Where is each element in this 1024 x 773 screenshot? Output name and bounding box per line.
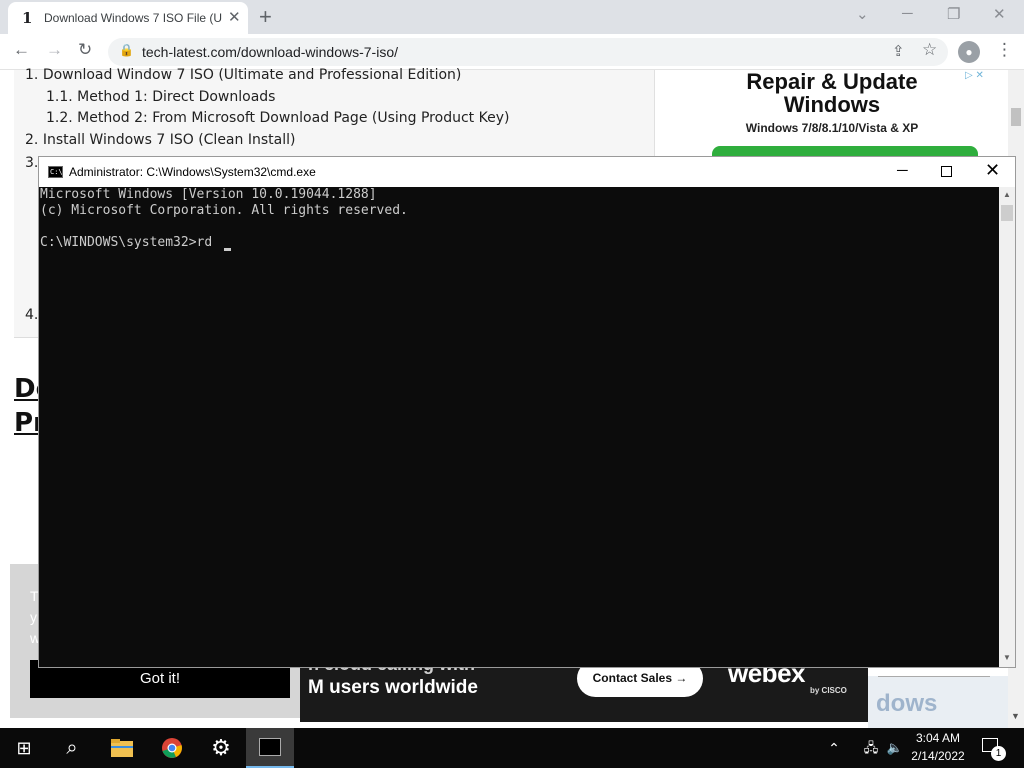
start-windows-icon[interactable]: ⊞: [0, 728, 48, 768]
network-icon[interactable]: 🖧: [860, 728, 882, 768]
tab-close-icon[interactable]: ✕: [228, 8, 241, 26]
bottom-right-ad[interactable]: dows: [868, 676, 1008, 728]
ad-title-line2: Windows: [783, 92, 881, 117]
address-bar[interactable]: 🔒 tech-latest.com/download-windows-7-iso…: [108, 38, 948, 66]
address-url[interactable]: tech-latest.com/download-windows-7-iso/: [142, 44, 398, 60]
cmd-close-button[interactable]: ✕: [985, 160, 1000, 181]
console-cursor: [224, 248, 231, 251]
volume-icon[interactable]: 🔈: [884, 728, 906, 768]
scroll-down-icon[interactable]: ▼: [1011, 711, 1020, 721]
repair-windows-ad[interactable]: Repair & Update Windows Windows 7/8/8.1/…: [654, 69, 1008, 160]
webex-ad-line2: M users worldwide: [308, 677, 478, 698]
clock-time[interactable]: 3:04 AM: [914, 731, 962, 745]
cmd-window-title: Administrator: C:\Windows\System32\cmd.e…: [69, 165, 316, 179]
browser-tab-strip: 1 Download Windows 7 ISO File (U ✕ + ⌄ ─…: [0, 0, 1024, 34]
cmd-window[interactable]: C:\ Administrator: C:\Windows\System32\c…: [38, 156, 1016, 668]
reload-icon[interactable]: ↻: [78, 40, 92, 60]
forward-icon[interactable]: →: [46, 40, 63, 60]
cmd-maximize-button[interactable]: [941, 166, 952, 177]
clock-date[interactable]: 2/14/2022: [908, 749, 968, 763]
cmd-minimize-button[interactable]: ─: [897, 162, 908, 179]
new-tab-button[interactable]: +: [259, 4, 272, 30]
browser-tab-active[interactable]: 1 Download Windows 7 ISO File (U ✕: [8, 2, 248, 34]
ad-title-line1: Repair & Update: [746, 69, 918, 94]
bottom-right-ad-text: dows: [876, 690, 938, 717]
taskbar-cmd-icon[interactable]: [246, 728, 294, 768]
ad-choices-icon[interactable]: ▷ ✕: [965, 70, 984, 81]
settings-gear-icon[interactable]: ⚙: [197, 728, 245, 768]
lock-icon[interactable]: 🔒: [119, 43, 134, 57]
profile-avatar-icon[interactable]: ●: [958, 41, 980, 63]
cmd-console[interactable]: Microsoft Windows [Version 10.0.19044.12…: [39, 187, 999, 667]
toc-item[interactable]: 3.: [25, 155, 38, 171]
share-icon[interactable]: ⇪: [892, 42, 905, 60]
bookmark-star-icon[interactable]: ☆: [922, 40, 937, 60]
tab-search-chevron-icon[interactable]: ⌄: [856, 5, 869, 23]
cmd-titlebar[interactable]: C:\ Administrator: C:\Windows\System32\c…: [39, 157, 1015, 187]
taskbar-search-icon[interactable]: ⌕: [48, 728, 96, 768]
browser-menu-icon[interactable]: ⋮: [996, 40, 1013, 60]
toc-item[interactable]: 1.2. Method 2: From Microsoft Download P…: [46, 110, 509, 126]
console-line: Microsoft Windows [Version 10.0.19044.12…: [40, 187, 377, 202]
back-icon[interactable]: ←: [13, 40, 30, 60]
cmd-scrollbar-thumb[interactable]: [1001, 205, 1013, 221]
browser-minimize-button[interactable]: ─: [902, 5, 913, 22]
ad-subtitle: Windows 7/8/8.1/10/Vista & XP: [745, 121, 919, 135]
page-scrollbar-thumb[interactable]: [1011, 108, 1021, 126]
ad-divider: [878, 676, 990, 677]
cisco-byline: by CISCO: [810, 686, 847, 695]
notification-count-badge: 1: [991, 746, 1006, 761]
chrome-icon[interactable]: [148, 728, 196, 768]
tray-expand-icon[interactable]: ⌃: [822, 728, 846, 768]
toc-item[interactable]: 1. Download Window 7 ISO (Ultimate and P…: [25, 67, 461, 83]
console-line: (c) Microsoft Corporation. All rights re…: [40, 203, 408, 218]
cmd-scrollbar[interactable]: ▲ ▼: [999, 187, 1015, 667]
browser-restore-button[interactable]: ❐: [947, 5, 960, 23]
windows-taskbar: ⊞ ⌕ ⚙ ⌃ 🖧 🔈 3:04 AM 2/14/2022 1: [0, 728, 1024, 768]
toc-item[interactable]: 1.1. Method 1: Direct Downloads: [46, 89, 275, 105]
console-prompt-line[interactable]: C:\WINDOWS\system32>rd: [40, 235, 212, 251]
browser-close-button[interactable]: ✕: [993, 5, 1006, 23]
cmd-scroll-up-icon[interactable]: ▲: [1003, 190, 1011, 199]
site-favicon-icon: 1: [22, 9, 33, 27]
toc-item[interactable]: 2. Install Windows 7 ISO (Clean Install): [25, 132, 295, 148]
toc-item[interactable]: 4.: [25, 307, 38, 323]
cmd-scroll-down-icon[interactable]: ▼: [1003, 653, 1011, 662]
cmd-app-icon: C:\: [48, 166, 63, 178]
file-explorer-icon[interactable]: [98, 728, 146, 768]
browser-toolbar: ← → ↻ 🔒 tech-latest.com/download-windows…: [0, 34, 1024, 70]
tab-title: Download Windows 7 ISO File (U: [44, 11, 223, 25]
